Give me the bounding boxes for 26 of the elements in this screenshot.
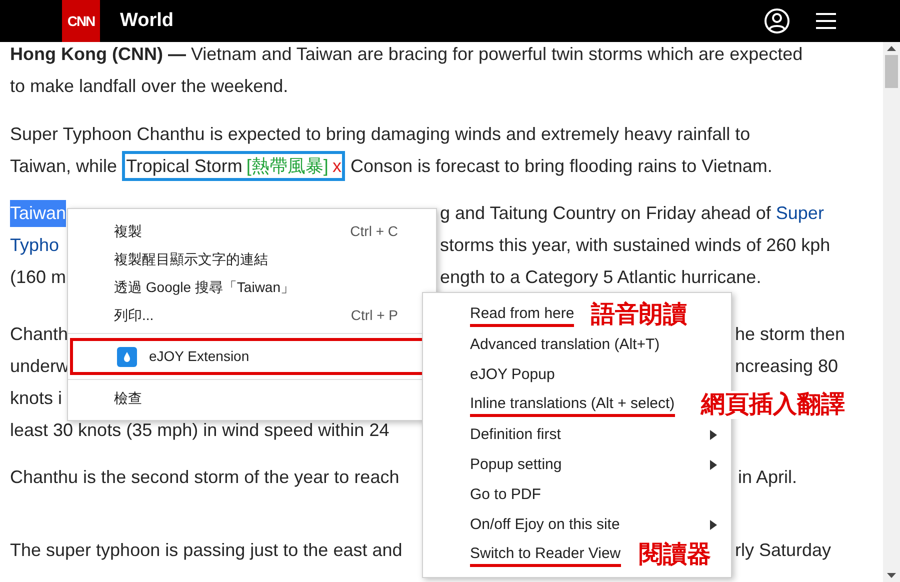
article-text: underw: [10, 354, 70, 378]
article-text: Chanthu is the second storm of the year to reach: [10, 466, 400, 489]
translation-gloss: [熱帶風暴]: [246, 154, 328, 178]
article-text: ength to a Category 5 Atlantic hurricane.: [440, 266, 762, 289]
article-text: The super typhoon is passing just to the east and: [10, 538, 402, 562]
article-text: rly Saturday: [735, 538, 832, 562]
article-text: to make landfall over the weekend.: [10, 74, 288, 98]
article-text: he storm then: [735, 322, 846, 346]
article-text: in April.: [738, 466, 798, 489]
article-text: knots i: [10, 386, 62, 410]
article-text: least 30 knots (35 mph) in wind speed within 24: [10, 418, 390, 442]
article-text: Chanth: [10, 322, 68, 346]
article-text: Super Typhoon Chanthu is expected to bring damaging winds and extremely heavy rainfall to: [10, 122, 750, 146]
article-text: storms this year, with sustained winds of 260 kph: [440, 234, 830, 257]
article-lead: Hong Kong (CNN) —: [10, 42, 186, 66]
article-text: Taiwan, while: [10, 154, 118, 178]
article-text: Conson is forecast to bring flooding rains to Vietnam.: [349, 154, 772, 178]
annotation-label: 閱讀器: [639, 541, 711, 569]
article-text: Vietnam and Taiwan are bracing for powerful twin storms which are expected: [190, 42, 803, 66]
article-text: ncreasing 80: [735, 354, 838, 378]
annotation-label: 網頁插入翻譯: [701, 391, 845, 419]
article-text: (160 m: [10, 266, 66, 289]
selected-text: Taiwan: [10, 200, 66, 226]
translated-phrase: Tropical Storm: [126, 154, 242, 178]
annotation-label: 語音朗讀: [591, 301, 687, 329]
article-text: g and Taitung Country on Friday ahead of: [440, 202, 772, 225]
